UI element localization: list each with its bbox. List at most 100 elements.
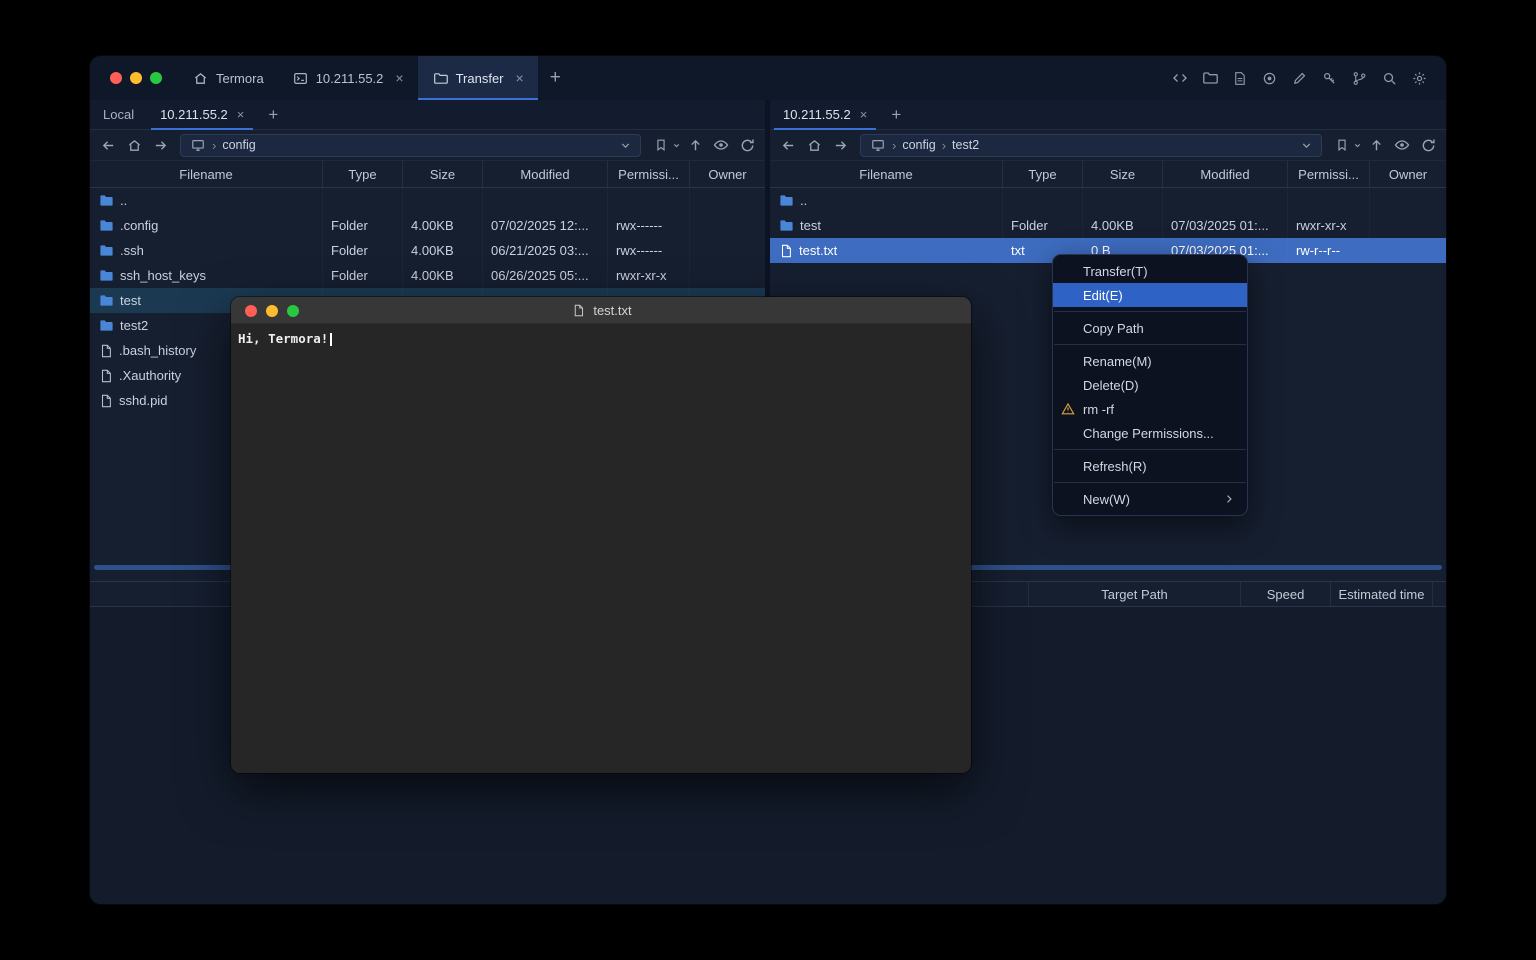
new-right-panel-tab-button[interactable]: + [880, 105, 912, 125]
close-tab-icon[interactable]: × [237, 107, 245, 122]
pencil-icon[interactable] [1291, 70, 1308, 87]
breadcrumb-segment[interactable]: config [902, 138, 935, 152]
back-icon[interactable] [96, 133, 120, 157]
right-toolbar: › config › test2 [770, 130, 1446, 160]
new-window-tab-button[interactable]: + [538, 67, 573, 89]
menu-item-refresh-r[interactable]: Refresh(R) [1053, 454, 1247, 478]
upload-icon[interactable] [683, 133, 707, 157]
folder-icon[interactable] [1201, 70, 1218, 87]
transfer-header-tail [1432, 582, 1446, 606]
back-icon[interactable] [776, 133, 800, 157]
editor-titlebar[interactable]: test.txt [231, 297, 971, 324]
cell-size [1083, 188, 1163, 213]
menu-item-rm-rf[interactable]: rm -rf [1053, 397, 1247, 421]
chevron-down-icon[interactable] [1300, 139, 1313, 152]
file-row-..[interactable]: .. [90, 188, 765, 213]
eye-icon[interactable] [1390, 133, 1414, 157]
close-tab-icon[interactable]: × [516, 70, 524, 86]
menu-item-edit-e[interactable]: Edit(E) [1053, 283, 1247, 307]
column-type[interactable]: Type [1003, 161, 1083, 187]
file-row-.ssh[interactable]: .sshFolder4.00KB06/21/2025 03:...rwx----… [90, 238, 765, 263]
file-icon [99, 344, 113, 358]
column-target-path[interactable]: Target Path [1028, 582, 1240, 606]
tab-termora[interactable]: Termora [178, 56, 278, 100]
tab-local[interactable]: Local [90, 100, 147, 130]
column-size[interactable]: Size [403, 161, 483, 187]
zoom-editor-button[interactable] [287, 305, 299, 317]
tab-host-terminal[interactable]: 10.211.55.2 × [278, 56, 418, 100]
warning-icon [1061, 402, 1075, 416]
branch-icon[interactable] [1351, 70, 1368, 87]
bookmark-icon[interactable] [649, 133, 673, 157]
editor-content[interactable]: Hi, Termora! [231, 324, 971, 773]
tab-label: Termora [216, 71, 264, 86]
filename-label: .bash_history [119, 343, 196, 358]
home-icon[interactable] [122, 133, 146, 157]
minimize-window-button[interactable] [130, 72, 142, 84]
home-icon[interactable] [802, 133, 826, 157]
column-permissions[interactable]: Permissi... [1288, 161, 1370, 187]
cell-modified: 07/03/2025 01:... [1163, 213, 1288, 238]
forward-icon[interactable] [828, 133, 852, 157]
column-estimated-time[interactable]: Estimated time [1330, 582, 1432, 606]
tab-left-host[interactable]: 10.211.55.2 × [147, 100, 257, 130]
column-filename[interactable]: Filename [90, 161, 323, 187]
close-tab-icon[interactable]: × [395, 70, 403, 86]
menu-item-label: Change Permissions... [1083, 426, 1214, 441]
tab-transfer[interactable]: Transfer × [418, 56, 538, 100]
tab-right-host[interactable]: 10.211.55.2 × [770, 100, 880, 130]
zoom-window-button[interactable] [150, 72, 162, 84]
column-type[interactable]: Type [323, 161, 403, 187]
cell-filename: .ssh [90, 238, 323, 263]
cell-size: 4.00KB [403, 213, 483, 238]
cell-filename: .. [770, 188, 1003, 213]
close-tab-icon[interactable]: × [860, 107, 868, 122]
file-row-..[interactable]: .. [770, 188, 1446, 213]
menu-item-new-w[interactable]: New(W) [1053, 487, 1247, 511]
column-filename[interactable]: Filename [770, 161, 1003, 187]
column-permissions[interactable]: Permissi... [608, 161, 690, 187]
file-row-.config[interactable]: .configFolder4.00KB07/02/2025 12:...rwx-… [90, 213, 765, 238]
document-icon[interactable] [1231, 70, 1248, 87]
menu-item-change-permissions[interactable]: Change Permissions... [1053, 421, 1247, 445]
column-modified[interactable]: Modified [1163, 161, 1288, 187]
search-icon[interactable] [1381, 70, 1398, 87]
file-row-test[interactable]: testFolder4.00KB07/03/2025 01:...rwxr-xr… [770, 213, 1446, 238]
gear-icon[interactable] [1411, 70, 1428, 87]
menu-item-rename-m[interactable]: Rename(M) [1053, 349, 1247, 373]
upload-icon[interactable] [1364, 133, 1388, 157]
column-owner[interactable]: Owner [690, 161, 765, 187]
tab-label: Transfer [456, 71, 504, 86]
file-icon [99, 369, 113, 383]
folder-icon [99, 293, 114, 308]
bookmark-caret-icon[interactable] [1353, 141, 1362, 150]
column-owner[interactable]: Owner [1370, 161, 1446, 187]
bookmark-caret-icon[interactable] [672, 141, 681, 150]
column-speed[interactable]: Speed [1240, 582, 1330, 606]
forward-icon[interactable] [148, 133, 172, 157]
breadcrumb-segment[interactable]: test2 [952, 138, 979, 152]
chevron-down-icon[interactable] [619, 139, 632, 152]
column-modified[interactable]: Modified [483, 161, 608, 187]
key-icon[interactable] [1321, 70, 1338, 87]
file-row-ssh-host-keys[interactable]: ssh_host_keysFolder4.00KB06/26/2025 05:.… [90, 263, 765, 288]
refresh-icon[interactable] [735, 133, 759, 157]
eye-icon[interactable] [709, 133, 733, 157]
code-icon[interactable] [1171, 70, 1188, 87]
right-path-breadcrumb[interactable]: › config › test2 [860, 134, 1322, 157]
filename-label: test.txt [799, 243, 837, 258]
breadcrumb-segment[interactable]: config [222, 138, 255, 152]
record-icon[interactable] [1261, 70, 1278, 87]
left-path-breadcrumb[interactable]: › config [180, 134, 641, 157]
menu-item-copy-path[interactable]: Copy Path [1053, 316, 1247, 340]
column-size[interactable]: Size [1083, 161, 1163, 187]
close-window-button[interactable] [110, 72, 122, 84]
refresh-icon[interactable] [1416, 133, 1440, 157]
menu-item-delete-d[interactable]: Delete(D) [1053, 373, 1247, 397]
minimize-editor-button[interactable] [266, 305, 278, 317]
cell-modified: 06/21/2025 03:... [483, 238, 608, 263]
close-editor-button[interactable] [245, 305, 257, 317]
new-left-panel-tab-button[interactable]: + [257, 105, 289, 125]
menu-item-transfer-t[interactable]: Transfer(T) [1053, 259, 1247, 283]
bookmark-icon[interactable] [1330, 133, 1354, 157]
